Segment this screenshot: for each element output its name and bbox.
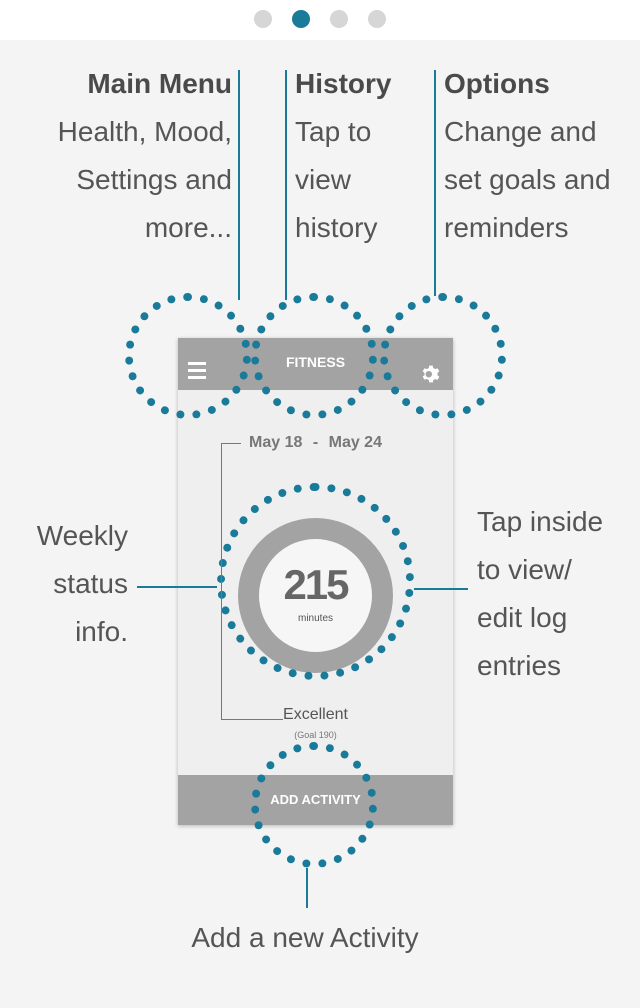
main-menu-highlight-circle <box>125 293 251 419</box>
history-leader-line <box>285 70 287 300</box>
options-highlight-circle <box>380 293 506 419</box>
weekly-line-3: info. <box>75 616 128 647</box>
main-menu-leader-line <box>238 70 240 300</box>
options-leader-line <box>434 70 436 296</box>
add-activity-text: Add a new Activity <box>191 922 419 953</box>
options-line-1: Change and <box>444 116 597 147</box>
bracket-line-top <box>221 443 241 444</box>
main-menu-line-1: Health, Mood, <box>57 116 232 147</box>
main-menu-line-3: more... <box>144 212 232 243</box>
date-start: May 18 <box>249 434 303 451</box>
pagination-bar <box>0 0 640 40</box>
add-activity-highlight-circle <box>251 742 377 868</box>
page-dot-3[interactable] <box>330 10 348 28</box>
ring-highlight-circle <box>217 483 414 680</box>
weekly-line-1: Weekly <box>36 520 128 551</box>
tap-inside-line-1: Tap inside <box>477 506 604 537</box>
date-separator: - <box>312 434 319 451</box>
history-highlight-circle <box>251 293 377 419</box>
date-end: May 24 <box>328 434 382 451</box>
add-activity-leader-line <box>306 868 308 908</box>
page-dot-2-active[interactable] <box>292 10 310 28</box>
add-activity-annotation: Add a new Activity <box>0 914 610 962</box>
tap-inside-line-4: entries <box>477 650 562 681</box>
history-title: History <box>295 68 392 99</box>
goal-label: (Goal 190) <box>294 730 337 740</box>
tap-inside-leader-line <box>414 588 468 590</box>
tap-inside-annotation: Tap inside to view/ edit log entries <box>477 498 637 690</box>
weekly-line-2: status <box>53 568 128 599</box>
status-label: Excellent <box>283 706 348 723</box>
options-title: Options <box>444 68 550 99</box>
history-annotation: History Tap to view history <box>295 60 425 252</box>
main-menu-annotation: Main Menu Health, Mood, Settings and mor… <box>40 60 232 252</box>
history-line-2: view <box>295 164 352 195</box>
history-line-1: Tap to <box>295 116 372 147</box>
tap-inside-line-2: to view/ <box>477 554 572 585</box>
history-line-3: history <box>295 212 378 243</box>
main-menu-title: Main Menu <box>87 68 232 99</box>
weekly-status-annotation: Weekly status info. <box>20 512 128 656</box>
page-dot-4[interactable] <box>368 10 386 28</box>
options-annotation: Options Change and set goals and reminde… <box>444 60 634 252</box>
weekly-leader-line <box>137 586 217 588</box>
bracket-line-vertical <box>221 443 222 719</box>
main-menu-line-2: Settings and <box>76 164 232 195</box>
options-line-3: reminders <box>444 212 569 243</box>
tap-inside-line-3: edit log <box>477 602 568 633</box>
date-range[interactable]: May 18 - May 24 <box>178 434 453 452</box>
page-dot-1[interactable] <box>254 10 272 28</box>
options-line-2: set goals and <box>444 164 611 195</box>
bracket-line-bottom <box>221 719 283 720</box>
